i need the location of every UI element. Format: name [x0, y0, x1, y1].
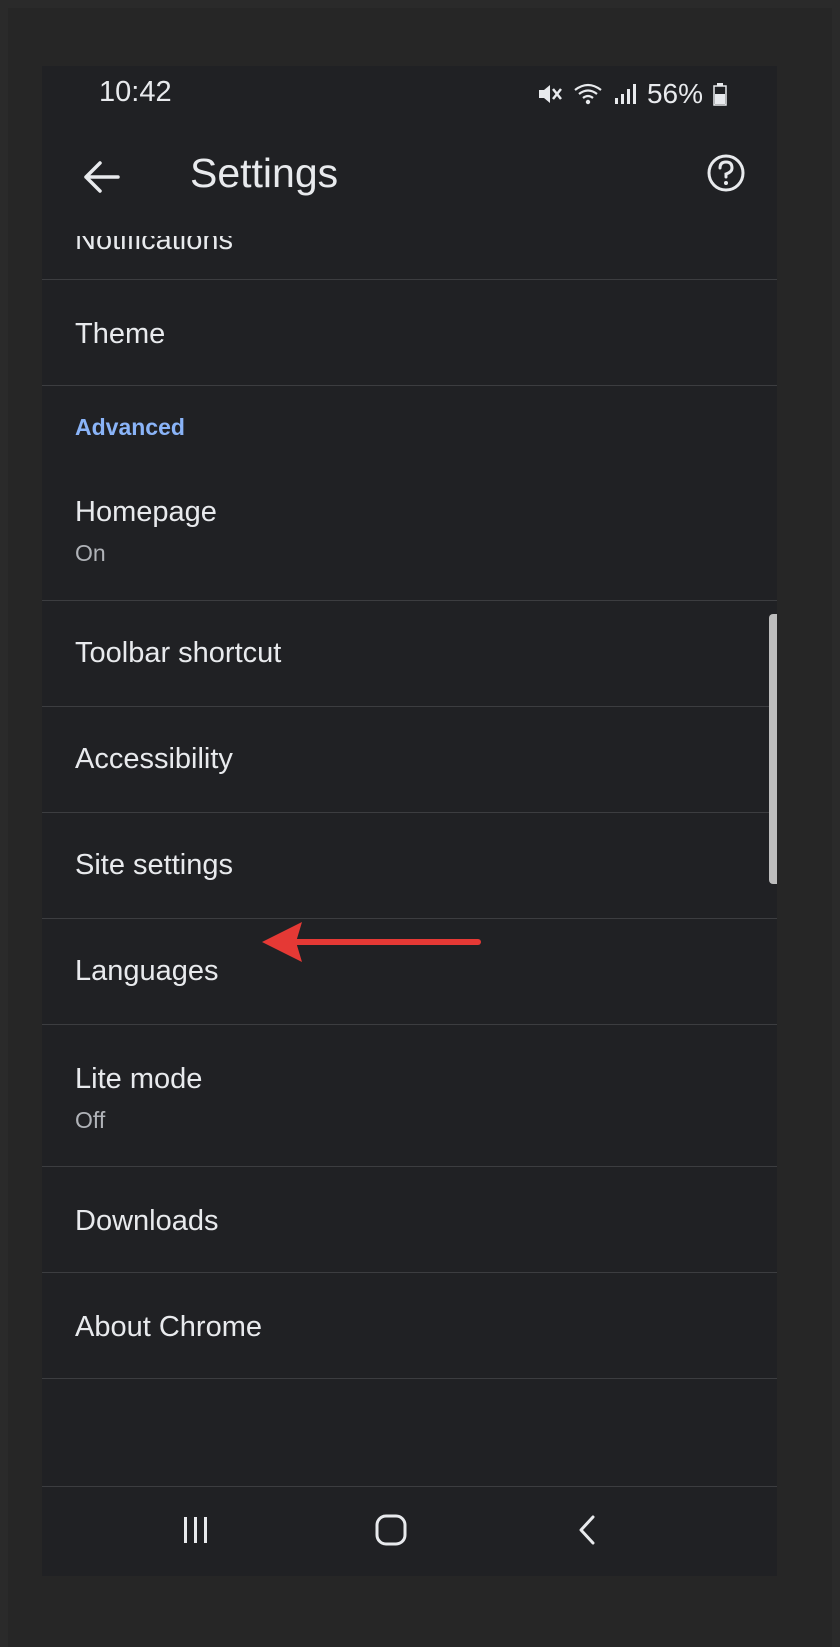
mute-icon: [537, 82, 563, 106]
list-item-about-chrome[interactable]: About Chrome: [42, 1273, 777, 1379]
page-title: Settings: [190, 150, 339, 196]
phone-screen: 10:42 56% Settings Notifications Theme A…: [42, 66, 777, 1576]
list-item-homepage[interactable]: Homepage On: [42, 476, 777, 601]
list-item-title: Languages: [75, 955, 219, 987]
section-header-advanced: Advanced: [42, 386, 777, 476]
list-item-title: Theme: [75, 318, 166, 350]
wifi-icon: [573, 82, 603, 106]
list-item-title: Homepage: [75, 496, 217, 528]
arrow-left-icon: [82, 160, 120, 199]
app-bar: Settings: [42, 124, 777, 236]
battery-icon: [713, 82, 727, 106]
settings-list: Notifications Theme Advanced Homepage On…: [42, 236, 777, 1489]
scrollbar[interactable]: [769, 614, 777, 884]
list-item-downloads[interactable]: Downloads: [42, 1167, 777, 1273]
status-icons: 56%: [537, 76, 727, 112]
recents-icon: [179, 1515, 213, 1550]
help-circle-icon: [706, 153, 746, 198]
list-item-notifications[interactable]: Notifications: [42, 236, 777, 280]
status-bar: 10:42 56%: [42, 66, 777, 124]
signal-icon: [613, 82, 637, 106]
back-button[interactable]: [76, 154, 126, 204]
nav-back-button[interactable]: [557, 1509, 617, 1555]
recents-button[interactable]: [166, 1509, 226, 1555]
annotation-arrow-icon: [262, 922, 481, 962]
list-item-site-settings[interactable]: Site settings: [42, 813, 777, 919]
list-item-subtitle: On: [75, 540, 106, 566]
list-item-title: Toolbar shortcut: [75, 637, 282, 669]
list-item-accessibility[interactable]: Accessibility: [42, 707, 777, 813]
list-item-title: About Chrome: [75, 1311, 262, 1343]
list-item-title: Accessibility: [75, 743, 233, 775]
battery-percent: 56%: [646, 78, 703, 109]
list-item-theme[interactable]: Theme: [42, 280, 777, 386]
list-item-title: Downloads: [75, 1205, 219, 1237]
list-item-toolbar-shortcut[interactable]: Toolbar shortcut: [42, 601, 777, 707]
list-item-title: Notifications: [75, 236, 233, 256]
list-item-title: Site settings: [75, 849, 233, 881]
system-nav-bar: [42, 1486, 777, 1576]
help-button[interactable]: [701, 150, 751, 200]
home-icon: [374, 1514, 408, 1551]
section-header-label: Advanced: [75, 414, 185, 440]
status-time: 10:42: [99, 76, 172, 108]
home-button[interactable]: [361, 1509, 421, 1555]
list-item-lite-mode[interactable]: Lite mode Off: [42, 1025, 777, 1167]
back-icon: [575, 1514, 599, 1551]
list-item-title: Lite mode: [75, 1063, 203, 1095]
list-item-subtitle: Off: [75, 1107, 106, 1133]
